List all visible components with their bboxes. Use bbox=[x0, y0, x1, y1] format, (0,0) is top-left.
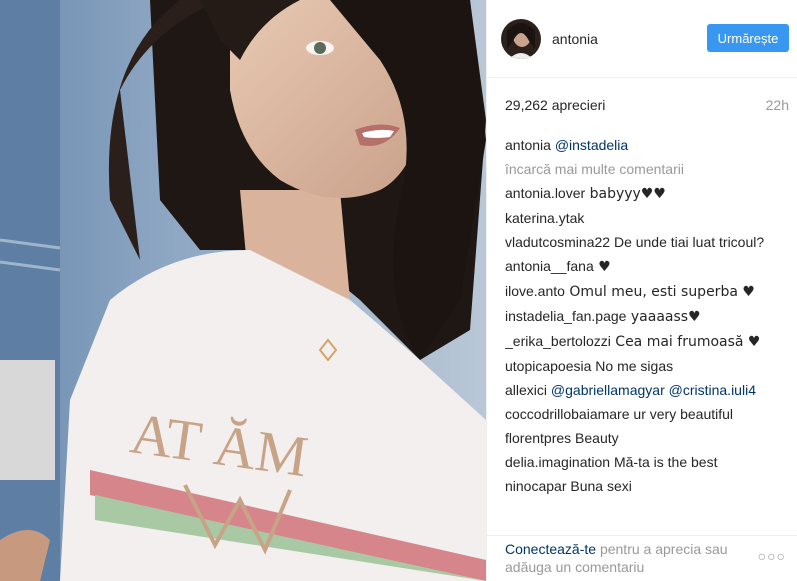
comment-username[interactable]: instadelia_fan.page bbox=[505, 308, 626, 324]
caption: antonia @instadelia bbox=[505, 136, 791, 154]
comment-username[interactable]: ninocapar bbox=[505, 478, 567, 494]
likes-count[interactable]: 29,262 aprecieri bbox=[505, 97, 605, 113]
caption-mention[interactable]: @instadelia bbox=[555, 137, 628, 153]
comment-username[interactable]: delia.imagination bbox=[505, 454, 610, 470]
comment-text: De unde tiai luat tricoul? bbox=[610, 234, 765, 250]
more-options-icon[interactable]: ○○○ bbox=[758, 548, 786, 564]
list-item: vladutcosmina22 De unde tiai luat tricou… bbox=[505, 233, 791, 251]
list-item: instadelia_fan.page yaaaass♥ bbox=[505, 307, 791, 326]
comment-username[interactable]: katerina.ytak bbox=[505, 210, 584, 226]
comment-username[interactable]: florentpres bbox=[505, 430, 571, 446]
login-link[interactable]: Conectează-te bbox=[505, 541, 596, 557]
comment-text: No me sigas bbox=[591, 358, 674, 374]
comment-text: Beauty bbox=[571, 430, 619, 446]
comment-text: Omul meu, esti superba ♥ bbox=[564, 284, 755, 300]
list-item: delia.imagination Mă-ta is the best bbox=[505, 453, 791, 471]
caption-username[interactable]: antonia bbox=[505, 137, 551, 153]
post-time: 22h bbox=[765, 97, 789, 113]
post-sidebar: antonia Urmărește 29,262 aprecieri 22h a… bbox=[486, 0, 797, 581]
selfie-image: AT ĂM bbox=[0, 0, 486, 581]
comment-text: Mă-ta is the best bbox=[610, 454, 718, 470]
load-more-comments[interactable]: încarcă mai multe comentarii bbox=[505, 160, 791, 178]
comment-username[interactable]: vladutcosmina22 bbox=[505, 234, 610, 250]
comment-text: Cea mai frumoasă ♥ bbox=[610, 334, 761, 350]
list-item: katerina.ytak bbox=[505, 209, 791, 227]
comment-username[interactable]: antonia__fana bbox=[505, 258, 594, 274]
comments-list: antonia @instadelia încarcă mai multe co… bbox=[505, 136, 791, 535]
comment-username[interactable]: utopicapoesia bbox=[505, 358, 591, 374]
post-viewer: AT ĂM antonia Urmărește 29,262 aprecieri… bbox=[0, 0, 797, 581]
list-item: allexici @gabriellamagyar @cristina.iuli… bbox=[505, 381, 791, 399]
comment-mention[interactable]: @cristina.iuli4 bbox=[669, 382, 756, 398]
list-item: ninocapar Buna sexi bbox=[505, 477, 791, 495]
list-item: florentpres Beauty bbox=[505, 429, 791, 447]
comment-username[interactable]: _erika_bertolozzi bbox=[505, 333, 611, 349]
list-item: coccodrillobaiamare ur very beautiful bbox=[505, 405, 791, 423]
comment-text: ur very beautiful bbox=[629, 406, 734, 422]
list-item: _erika_bertolozzi Cea mai frumoasă ♥ bbox=[505, 332, 791, 351]
post-username[interactable]: antonia bbox=[552, 31, 598, 47]
post-header: antonia Urmărește bbox=[487, 0, 797, 78]
comment-username[interactable]: allexici bbox=[505, 382, 547, 398]
comment-text: yaaaass♥ bbox=[626, 309, 701, 325]
comment-text: Buna sexi bbox=[566, 478, 632, 494]
comment-username[interactable]: ilove.anto bbox=[505, 283, 565, 299]
list-item: antonia__fana ♥ bbox=[505, 257, 791, 276]
comment-text: ♥ bbox=[593, 259, 611, 275]
comment-mention[interactable]: @gabriellamagyar bbox=[551, 382, 665, 398]
list-item: utopicapoesia No me sigas bbox=[505, 357, 791, 375]
post-footer: Conectează-te pentru a aprecia sau adăug… bbox=[487, 535, 797, 581]
comment-text: babyyy♥♥ bbox=[585, 186, 666, 202]
comment-username[interactable]: antonia.lover bbox=[505, 185, 585, 201]
comment-username[interactable]: coccodrillobaiamare bbox=[505, 406, 630, 422]
follow-button[interactable]: Urmărește bbox=[707, 24, 789, 52]
list-item: antonia.lover babyyy♥♥ bbox=[505, 184, 791, 203]
avatar[interactable] bbox=[501, 18, 541, 59]
post-photo[interactable]: AT ĂM bbox=[0, 0, 486, 581]
login-prompt: Conectează-te pentru a aprecia sau adăug… bbox=[505, 540, 755, 576]
list-item: ilove.anto Omul meu, esti superba ♥ bbox=[505, 282, 791, 301]
